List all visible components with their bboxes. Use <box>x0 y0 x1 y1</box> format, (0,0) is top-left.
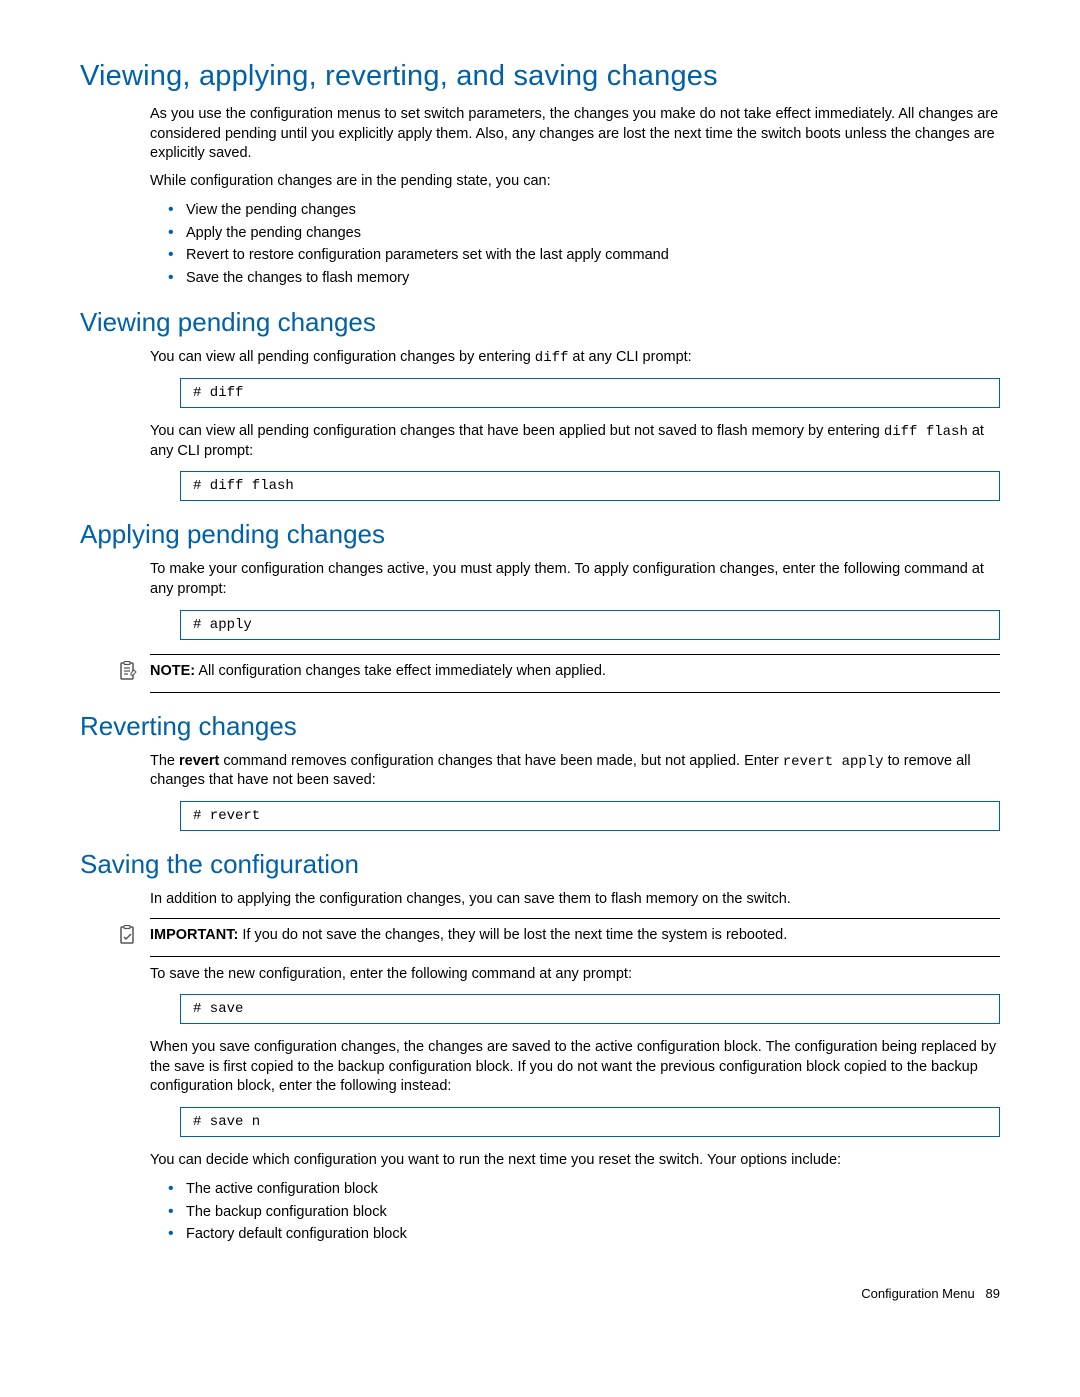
note-callout: NOTE: All configuration changes take eff… <box>150 654 1000 693</box>
intro-bullet-list: View the pending changes Apply the pendi… <box>150 199 1000 289</box>
list-item: The active configuration block <box>186 1178 1000 1200</box>
viewing-block: You can view all pending configuration c… <box>150 348 1000 501</box>
list-item: Revert to restore configuration paramete… <box>186 244 1000 266</box>
list-item: Save the changes to flash memory <box>186 267 1000 289</box>
code-block-apply: # apply <box>180 610 1000 640</box>
code-block-save-n: # save n <box>180 1107 1000 1137</box>
applying-paragraph-1: To make your configuration changes activ… <box>150 560 1000 599</box>
code-block-revert: # revert <box>180 801 1000 831</box>
important-text: IMPORTANT: If you do not save the change… <box>150 925 787 945</box>
list-item: Apply the pending changes <box>186 222 1000 244</box>
saving-paragraph-2: To save the new configuration, enter the… <box>150 965 1000 985</box>
page-footer: Configuration Menu 89 <box>80 1286 1000 1301</box>
inline-code: diff flash <box>884 424 968 440</box>
inline-code: diff <box>535 350 569 366</box>
code-block-diff-flash: # diff flash <box>180 471 1000 501</box>
list-item: The backup configuration block <box>186 1201 1000 1223</box>
page-content: Viewing, applying, reverting, and saving… <box>0 0 1080 1351</box>
applying-block: To make your configuration changes activ… <box>150 560 1000 692</box>
note-text: NOTE: All configuration changes take eff… <box>150 661 606 681</box>
code-block-diff: # diff <box>180 378 1000 408</box>
saving-paragraph-4: You can decide which configuration you w… <box>150 1151 1000 1171</box>
viewing-paragraph-1: You can view all pending configuration c… <box>150 348 1000 368</box>
clipboard-pencil-icon <box>118 661 138 681</box>
inline-code: revert apply <box>783 754 884 770</box>
important-icon <box>116 925 140 950</box>
footer-page-number: 89 <box>986 1286 1000 1301</box>
bold-revert: revert <box>179 753 219 769</box>
saving-paragraph-3: When you save configuration changes, the… <box>150 1038 1000 1097</box>
important-callout: IMPORTANT: If you do not save the change… <box>150 918 1000 957</box>
intro-paragraph-1: As you use the configuration menus to se… <box>150 105 1000 164</box>
code-block-save: # save <box>180 994 1000 1024</box>
saving-block: In addition to applying the configuratio… <box>150 890 1000 1246</box>
reverting-paragraph-1: The revert command removes configuration… <box>150 752 1000 791</box>
reverting-heading: Reverting changes <box>80 711 1000 742</box>
intro-paragraph-2: While configuration changes are in the p… <box>150 172 1000 192</box>
footer-section: Configuration Menu <box>861 1286 974 1301</box>
list-item: Factory default configuration block <box>186 1223 1000 1245</box>
clipboard-check-icon <box>118 925 138 945</box>
list-item: View the pending changes <box>186 199 1000 221</box>
viewing-paragraph-2: You can view all pending configuration c… <box>150 422 1000 461</box>
saving-bullet-list: The active configuration block The backu… <box>150 1178 1000 1245</box>
main-heading: Viewing, applying, reverting, and saving… <box>80 60 1000 93</box>
saving-heading: Saving the configuration <box>80 849 1000 880</box>
viewing-heading: Viewing pending changes <box>80 307 1000 338</box>
saving-paragraph-1: In addition to applying the configuratio… <box>150 890 1000 910</box>
applying-heading: Applying pending changes <box>80 519 1000 550</box>
note-icon <box>116 661 140 686</box>
reverting-block: The revert command removes configuration… <box>150 752 1000 831</box>
intro-block: As you use the configuration menus to se… <box>150 105 1000 289</box>
